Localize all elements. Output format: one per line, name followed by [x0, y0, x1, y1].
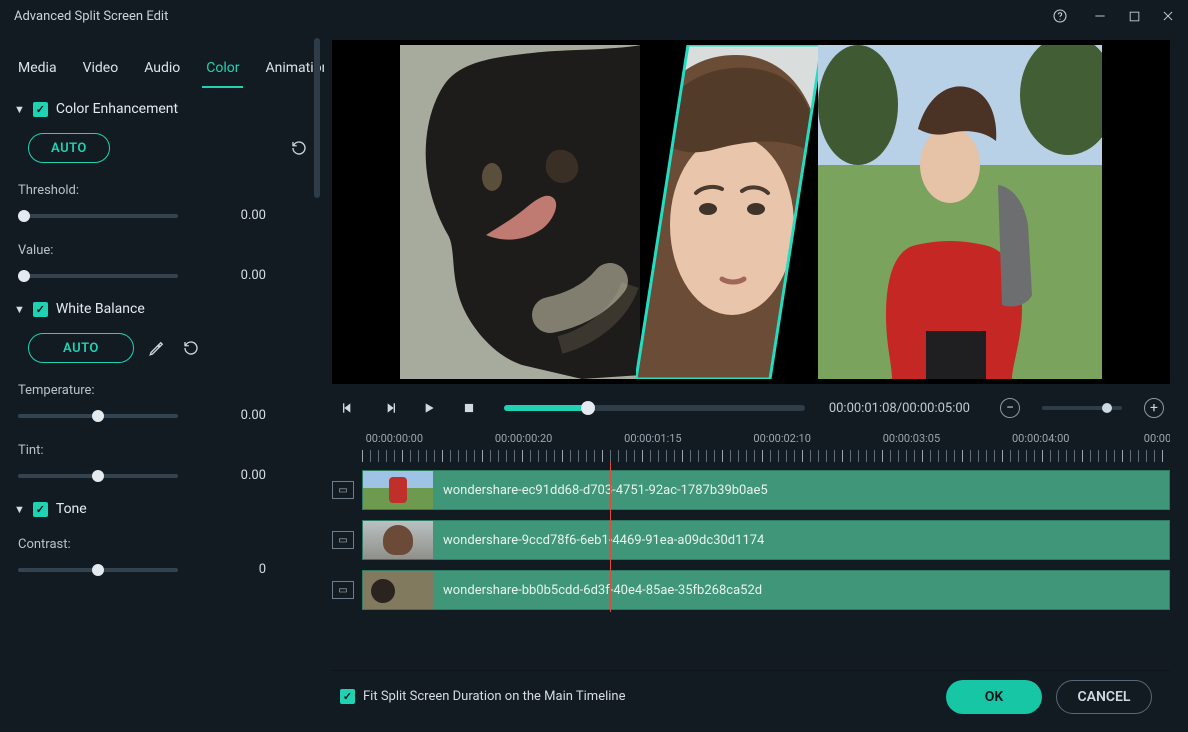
clip[interactable]: wondershare-bb0b5cdd-6d3f-40e4-85ae-35fb… — [362, 570, 1170, 610]
clip-name: wondershare-bb0b5cdd-6d3f-40e4-85ae-35fb… — [443, 583, 762, 598]
tint-slider[interactable] — [18, 474, 178, 478]
section-title: Tone — [56, 501, 87, 517]
split-pane-1[interactable] — [400, 45, 640, 379]
preview-viewport[interactable] — [332, 40, 1170, 384]
tint-value[interactable]: 0.00 — [196, 468, 310, 483]
reset-icon[interactable] — [180, 337, 202, 359]
value-value[interactable]: 0.00 — [196, 268, 310, 283]
section-header[interactable]: ▼ ✓ Color Enhancement — [14, 101, 310, 117]
ruler-label: 00:00:04:00 — [1012, 432, 1069, 445]
clip-thumbnail — [363, 521, 433, 559]
threshold-slider[interactable] — [18, 214, 178, 218]
section-title: Color Enhancement — [56, 101, 178, 117]
checkbox-enabled-icon[interactable]: ✓ — [33, 102, 48, 117]
split-pane-3[interactable] — [818, 45, 1102, 379]
ruler-label: 00:00:01:15 — [624, 432, 681, 445]
play-icon[interactable] — [418, 397, 440, 419]
video-track-icon[interactable]: ▭ — [332, 581, 354, 599]
maximize-icon[interactable] — [1122, 4, 1146, 28]
split-pane-2[interactable] — [636, 45, 822, 379]
clip[interactable]: wondershare-ec91dd68-d703-4751-92ac-1787… — [362, 470, 1170, 510]
chevron-down-icon: ▼ — [14, 103, 25, 116]
track-row: ▭ wondershare-ec91dd68-d703-4751-92ac-17… — [332, 468, 1170, 512]
clip-thumbnail — [363, 571, 433, 609]
main-area: 00:00:01:08/00:00:05:00 − + 00:00:00:00 … — [324, 32, 1188, 732]
progress-slider[interactable] — [504, 405, 805, 411]
tab-media[interactable]: Media — [14, 56, 61, 88]
ruler-label: 00:00:03:05 — [883, 432, 940, 445]
close-icon[interactable] — [1156, 4, 1180, 28]
tab-video[interactable]: Video — [79, 56, 123, 88]
window-title: Advanced Split Screen Edit — [14, 9, 168, 24]
tab-color[interactable]: Color — [202, 56, 243, 88]
checkbox-enabled-icon[interactable]: ✓ — [33, 502, 48, 517]
tint-label: Tint: — [14, 443, 310, 458]
footer: ✓ Fit Split Screen Duration on the Main … — [332, 670, 1170, 722]
skip-forward-icon[interactable] — [378, 397, 400, 419]
temperature-slider[interactable] — [18, 414, 178, 418]
tab-audio[interactable]: Audio — [140, 56, 184, 88]
threshold-value[interactable]: 0.00 — [196, 208, 310, 223]
clip[interactable]: wondershare-9ccd78f6-6eb1-4469-91ea-a09d… — [362, 520, 1170, 560]
track-row: ▭ wondershare-bb0b5cdd-6d3f-40e4-85ae-35… — [332, 568, 1170, 612]
value-slider[interactable] — [18, 274, 178, 278]
track-area: ▭ wondershare-ec91dd68-d703-4751-92ac-17… — [332, 462, 1170, 612]
clip-thumbnail — [363, 471, 433, 509]
ruler-label: 00:00:00:00 — [366, 432, 423, 445]
ruler-label: 00:00:02:10 — [753, 432, 810, 445]
checkbox-enabled-icon[interactable]: ✓ — [33, 302, 48, 317]
minimize-icon[interactable] — [1088, 4, 1112, 28]
contrast-slider[interactable] — [18, 568, 178, 572]
ok-button[interactable]: OK — [946, 680, 1042, 714]
timeline: 00:00:00:00 00:00:00:20 00:00:01:15 00:0… — [332, 432, 1170, 670]
title-bar: Advanced Split Screen Edit — [0, 0, 1188, 32]
temperature-label: Temperature: — [14, 383, 310, 398]
ruler-label: 00:00:00:20 — [495, 432, 552, 445]
section-header[interactable]: ▼ ✓ Tone — [14, 501, 310, 517]
section-white-balance: ▼ ✓ White Balance AUTO Temperature: — [14, 301, 310, 483]
video-track-icon[interactable]: ▭ — [332, 481, 354, 499]
clip-name: wondershare-9ccd78f6-6eb1-4469-91ea-a09d… — [443, 533, 764, 548]
track-row: ▭ wondershare-9ccd78f6-6eb1-4469-91ea-a0… — [332, 518, 1170, 562]
sidebar-scrollbar[interactable] — [314, 38, 320, 198]
section-title: White Balance — [56, 301, 145, 317]
chevron-down-icon: ▼ — [14, 503, 25, 516]
zoom-out-icon[interactable]: − — [1000, 398, 1020, 418]
value-label: Value: — [14, 243, 310, 258]
temperature-value[interactable]: 0.00 — [196, 408, 310, 423]
time-ruler[interactable]: 00:00:00:00 00:00:00:20 00:00:01:15 00:0… — [362, 432, 1170, 462]
color-sidebar: Media Video Audio Color Animation ▼ ✓ Co… — [0, 32, 324, 732]
clip-name: wondershare-ec91dd68-d703-4751-92ac-1787… — [443, 483, 768, 498]
contrast-value[interactable]: 0 — [196, 562, 310, 577]
zoom-in-icon[interactable]: + — [1144, 398, 1164, 418]
ruler-label: 00:00:0 — [1144, 432, 1170, 445]
skip-back-icon[interactable] — [338, 397, 360, 419]
chevron-down-icon: ▼ — [14, 303, 25, 316]
auto-button[interactable]: AUTO — [28, 333, 134, 363]
section-header[interactable]: ▼ ✓ White Balance — [14, 301, 310, 317]
contrast-label: Contrast: — [14, 537, 310, 552]
auto-button[interactable]: AUTO — [28, 133, 110, 163]
fit-label: Fit Split Screen Duration on the Main Ti… — [363, 689, 625, 704]
zoom-slider[interactable] — [1042, 406, 1122, 410]
help-icon[interactable] — [1048, 4, 1072, 28]
eyedropper-icon[interactable] — [146, 337, 168, 359]
app-window: Advanced Split Screen Edit Media Video A… — [0, 0, 1188, 732]
cancel-button[interactable]: CANCEL — [1056, 680, 1152, 714]
reset-icon[interactable] — [288, 137, 310, 159]
timecode: 00:00:01:08/00:00:05:00 — [829, 401, 970, 416]
transport-bar: 00:00:01:08/00:00:05:00 − + — [332, 384, 1170, 432]
threshold-label: Threshold: — [14, 183, 310, 198]
video-track-icon[interactable]: ▭ — [332, 531, 354, 549]
section-color-enhancement: ▼ ✓ Color Enhancement AUTO Threshold: 0.… — [14, 101, 310, 283]
fit-checkbox[interactable]: ✓ — [340, 689, 355, 704]
stop-icon[interactable] — [458, 397, 480, 419]
section-tone: ▼ ✓ Tone Contrast: 0 — [14, 501, 310, 577]
panel-tabs: Media Video Audio Color Animation — [14, 46, 310, 89]
